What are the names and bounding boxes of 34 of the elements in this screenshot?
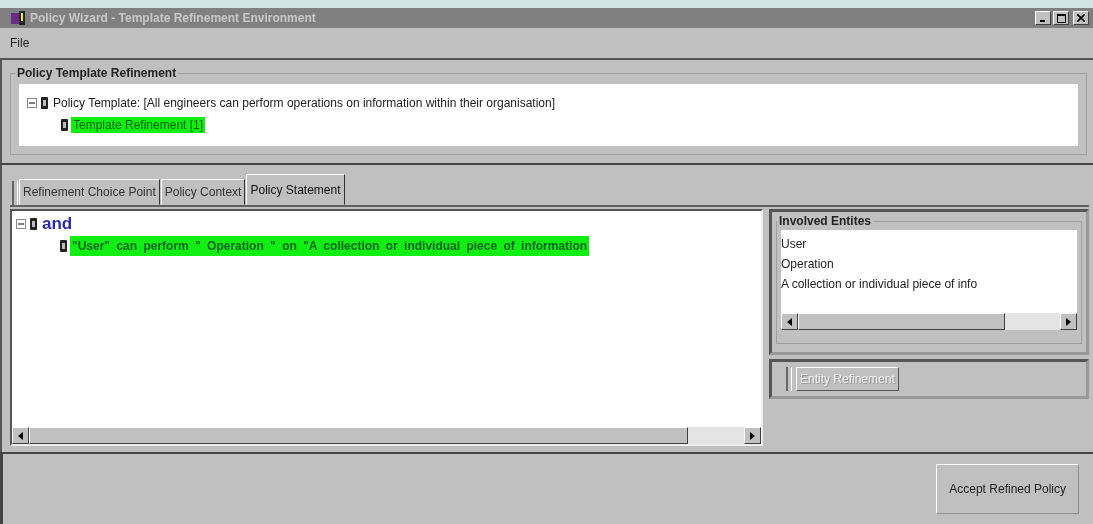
entity-item[interactable]: Operation (781, 254, 1077, 274)
scroll-right-icon[interactable] (750, 431, 755, 440)
tab[interactable]: Policy Context (160, 179, 246, 205)
tree-item[interactable]: Template Refinement [1] (71, 117, 206, 133)
node-icon (60, 240, 67, 252)
maximize-icon (1056, 13, 1066, 23)
node-icon (61, 119, 68, 131)
node-icon (41, 97, 48, 109)
app-icon (10, 10, 26, 26)
tree-item[interactable]: and (40, 213, 75, 235)
close-button[interactable] (1073, 11, 1089, 25)
scroll-right-icon[interactable] (1066, 317, 1071, 326)
maximize-button[interactable] (1053, 11, 1069, 25)
collapse-icon[interactable] (16, 218, 27, 230)
window-title: Policy Wizard - Template Refinement Environment (30, 11, 316, 25)
node-icon (30, 218, 37, 230)
scroll-left-icon[interactable] (18, 431, 23, 440)
tab[interactable]: Policy Statement (246, 174, 345, 205)
entity-item[interactable]: User (781, 234, 1077, 254)
menu-item[interactable]: File (8, 36, 32, 50)
entity-item[interactable]: A collection or individual piece of info (781, 274, 1077, 294)
scroll-thumb[interactable] (798, 313, 1006, 330)
collapse-icon[interactable] (27, 97, 38, 109)
close-icon (1077, 14, 1085, 22)
horizontal-scrollbar[interactable] (781, 313, 1077, 330)
accept-button[interactable]: Accept Refined Policy (936, 464, 1079, 514)
tree-item[interactable]: Policy Template: [All engineers can perform operations on information within their organisation] (51, 95, 558, 111)
tab-edge (786, 367, 792, 391)
tab[interactable]: Refinement Choice Point (19, 179, 160, 205)
scroll-left-icon[interactable] (787, 317, 792, 326)
minimize-button[interactable] (1035, 11, 1051, 25)
group-title: Involved Entites (778, 214, 873, 228)
group-title: Policy Template Refinement (16, 66, 178, 80)
tree-item[interactable]: "User" can perform " Operation " on "A collection or individual piece of information (70, 236, 590, 256)
